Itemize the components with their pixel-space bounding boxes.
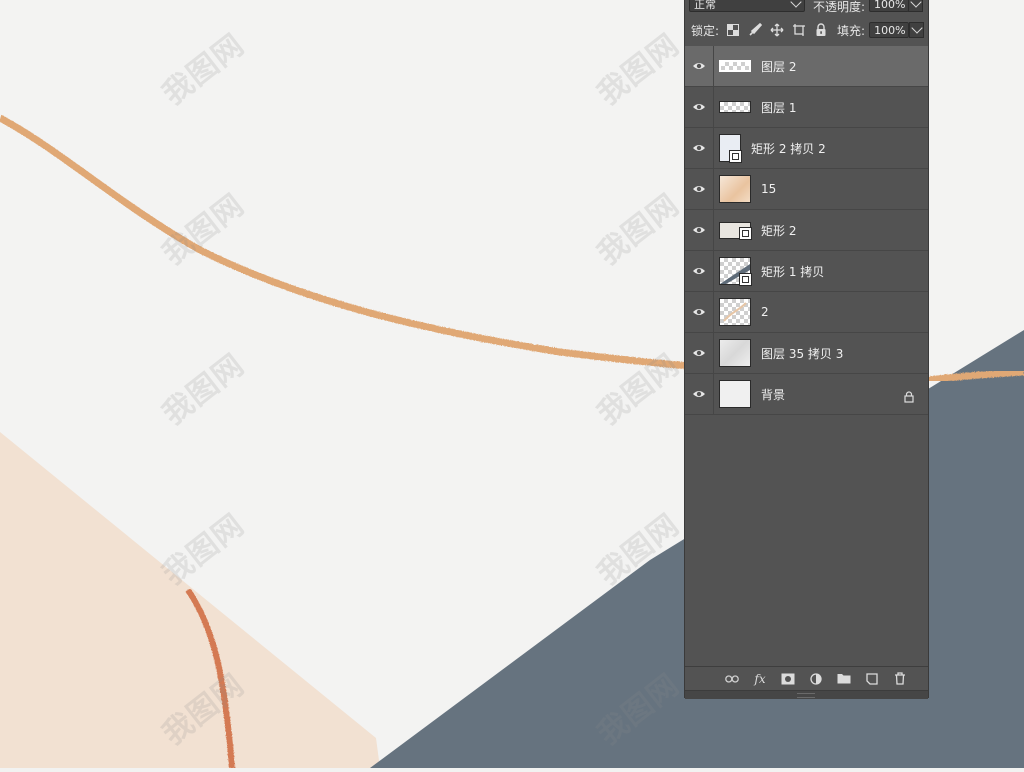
blend-mode-value: 正常 [694, 0, 716, 11]
chevron-down-icon [910, 22, 923, 34]
layer-row[interactable]: 图层 35 拷贝 3 [685, 333, 928, 374]
lock-label: 锁定: [691, 23, 720, 38]
link-icon[interactable] [724, 671, 740, 687]
fill-label: 填充: [837, 23, 866, 38]
layers-panel-footer: fx [685, 666, 928, 690]
layer-thumbnail [719, 60, 751, 72]
layer-row[interactable]: 图层 1 [685, 87, 928, 128]
layer-name: 矩形 2 拷贝 2 [751, 141, 826, 156]
visibility-eye-icon[interactable] [685, 87, 714, 127]
vector-mask-icon [729, 150, 742, 163]
vector-mask-icon [739, 227, 752, 240]
adjustment-icon[interactable] [808, 671, 824, 687]
chevron-down-icon [790, 0, 802, 8]
visibility-eye-icon[interactable] [685, 169, 714, 209]
vector-mask-icon [739, 273, 752, 286]
fill-value: 100% [874, 23, 906, 37]
layer-thumbnail [719, 298, 751, 326]
folder-icon[interactable] [836, 671, 852, 687]
lock-icon[interactable] [904, 388, 914, 407]
fill-input[interactable]: 100% [869, 22, 910, 38]
new-layer-icon[interactable] [864, 671, 880, 687]
visibility-eye-icon[interactable] [685, 251, 714, 291]
layer-thumbnail [719, 339, 751, 367]
visibility-eye-icon[interactable] [685, 333, 714, 373]
layer-row[interactable]: 15 [685, 169, 928, 210]
layer-thumbnail [719, 101, 751, 113]
layer-thumbnail [719, 222, 752, 240]
visibility-eye-icon[interactable] [685, 46, 714, 86]
lock-image-pixels-icon[interactable] [747, 22, 763, 38]
visibility-eye-icon[interactable] [685, 128, 714, 168]
blend-opacity-row: 正常 不透明度: 100% [685, 0, 928, 18]
layer-name: 2 [761, 305, 769, 319]
lock-all-icon[interactable] [813, 22, 829, 38]
mask-icon[interactable] [780, 671, 796, 687]
layer-row[interactable]: 图层 2 [685, 46, 928, 87]
visibility-eye-icon[interactable] [685, 292, 714, 332]
layer-name: 背景 [761, 387, 786, 402]
chevron-down-icon [909, 0, 922, 8]
lock-artboard-icon[interactable] [791, 22, 807, 38]
layer-name: 15 [761, 182, 777, 196]
opacity-label: 不透明度: [813, 0, 866, 14]
layer-row[interactable]: 矩形 1 拷贝 [685, 251, 928, 292]
layer-name: 图层 1 [761, 100, 797, 115]
layer-name: 图层 35 拷贝 3 [761, 346, 844, 361]
fx-icon[interactable]: fx [752, 671, 768, 687]
lock-transparent-pixels-icon[interactable] [725, 22, 741, 38]
layer-row[interactable]: 2 [685, 292, 928, 333]
layer-name: 图层 2 [761, 59, 797, 74]
blend-mode-select[interactable]: 正常 [689, 0, 805, 12]
lock-position-icon[interactable] [769, 22, 785, 38]
layer-list: 图层 2 图层 1 矩形 2 拷贝 2 15 矩形 2 矩形 1 拷贝 2 图层… [685, 46, 928, 415]
layer-thumbnail [719, 134, 742, 163]
opacity-value: 100% [874, 0, 906, 11]
visibility-eye-icon[interactable] [685, 210, 714, 250]
panel-resize-handle[interactable] [685, 690, 928, 699]
opacity-input[interactable]: 100% [869, 0, 909, 12]
layer-row[interactable]: 矩形 2 拷贝 2 [685, 128, 928, 169]
layer-name: 矩形 2 [761, 223, 797, 238]
grip-icon [797, 693, 815, 698]
trash-icon[interactable] [892, 671, 908, 687]
lock-row: 锁定: 填充: 100% [685, 17, 928, 43]
layer-thumbnail [719, 257, 752, 286]
layer-thumbnail [719, 380, 751, 408]
layer-name: 矩形 1 拷贝 [761, 264, 825, 279]
visibility-eye-icon[interactable] [685, 374, 714, 414]
fill-dropdown[interactable] [909, 22, 925, 38]
layer-thumbnail [719, 175, 751, 203]
layers-panel: 正常 不透明度: 100% 锁定: 填充: 100% 图层 2 图层 1 矩形 … [684, 0, 929, 699]
layer-row[interactable]: 矩形 2 [685, 210, 928, 251]
opacity-dropdown[interactable] [908, 0, 923, 12]
layer-row[interactable]: 背景 [685, 374, 928, 415]
